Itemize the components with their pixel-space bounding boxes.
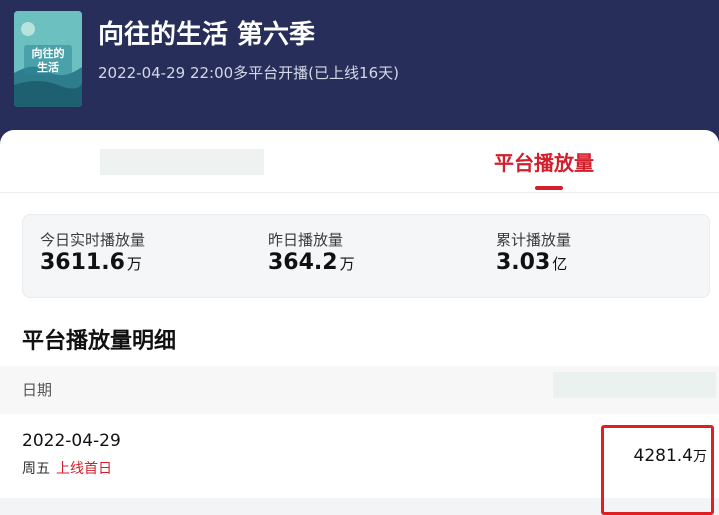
stat-label: 昨日播放量 (268, 231, 344, 249)
stat-today: 今日实时播放量 3611.6 万 (40, 229, 145, 275)
highlight-box (601, 425, 714, 515)
column-header-date: 日期 (22, 381, 53, 399)
stat-unit: 万 (339, 255, 355, 273)
tab-bar: 平台播放量 (0, 130, 719, 193)
premiere-tag: 上线首日 (56, 461, 112, 477)
stat-value: 3611.6 (40, 250, 125, 275)
row-weekday-cell: 周五 上线首日 (22, 458, 112, 478)
stat-label: 累计播放量 (496, 231, 572, 249)
show-release-info: 2022-04-29 22:00多平台开播(已上线16天) (98, 64, 399, 82)
column-header-blurred (553, 372, 716, 398)
stats-panel: 今日实时播放量 3611.6 万 昨日播放量 364.2 万 累计播放量 3.03 亿 (22, 214, 710, 298)
stat-value: 3.03 (496, 250, 551, 275)
poster-logo-line2: 生活 (37, 60, 59, 74)
row-weekday: 周五 (22, 461, 50, 477)
poster-image: 向往的 生活 (14, 11, 82, 107)
stat-value: 364.2 (268, 250, 338, 275)
section-title: 平台播放量明细 (22, 329, 177, 354)
show-title: 向往的生活 第六季 (98, 20, 316, 50)
show-header: 向往的 生活 向往的生活 第六季 2022-04-29 22:00多平台开播(已… (0, 0, 719, 150)
stat-label: 今日实时播放量 (40, 231, 146, 249)
active-tab-indicator (535, 186, 563, 190)
stat-total: 累计播放量 3.03 亿 (496, 229, 571, 275)
row-date: 2022-04-29 (22, 431, 121, 451)
stat-unit: 亿 (552, 255, 568, 273)
tab-blurred[interactable] (100, 149, 264, 175)
tab-platform-views[interactable]: 平台播放量 (494, 147, 594, 176)
show-poster[interactable]: 向往的 生活 (14, 11, 82, 107)
stat-yesterday: 昨日播放量 364.2 万 (268, 229, 355, 275)
table-header: 日期 (0, 366, 719, 414)
stat-unit: 万 (126, 255, 142, 273)
poster-logo-line1: 向往的 (32, 46, 65, 60)
